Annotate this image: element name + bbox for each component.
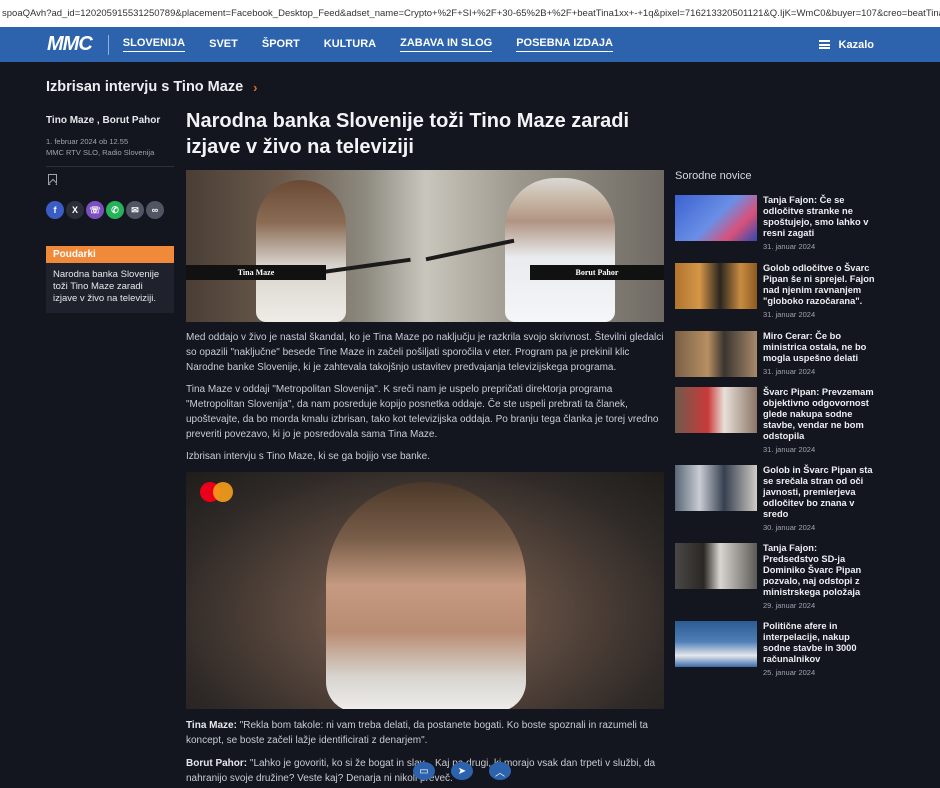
related-title: Sorodne novice [675, 170, 752, 182]
related-news: Sorodne novice [675, 170, 875, 196]
divider [46, 166, 174, 167]
related-item-date: 25. januar 2024 [763, 668, 816, 677]
highlights-box: Poudarki Narodna banka Slovenije toži Ti… [46, 246, 174, 313]
article-paragraph: Med oddajo v živo je nastal škandal, ko … [186, 332, 664, 373]
related-item-date: 31. januar 2024 [763, 310, 816, 319]
article-title: Narodna banka Slovenije toži Tino Maze z… [186, 110, 630, 158]
related-item[interactable]: Golob in Švarc Pipan sta se srečala stra… [675, 465, 875, 532]
breadcrumb-label[interactable]: Izbrisan intervju s Tino Maze [46, 79, 243, 95]
article-authors[interactable]: Tino Maze , Borut Pahor [46, 115, 174, 126]
hamburger-icon [818, 40, 830, 49]
breadcrumb[interactable]: Izbrisan intervju s Tino Maze › [46, 79, 257, 95]
related-item-date: 31. januar 2024 [763, 242, 816, 251]
nav-item-slovenija[interactable]: SLOVENIJA [122, 37, 186, 52]
nav-item-posebna-izdaja[interactable]: POSEBNA IZDAJA [516, 37, 613, 52]
related-item-title[interactable]: Tanja Fajon: Če se odločitve stranke ne … [763, 195, 875, 239]
comment-icon[interactable]: ▭ [413, 762, 435, 780]
article-main: Narodna banka Slovenije toži Tino Maze z… [186, 108, 664, 784]
site-logo[interactable]: MMC [47, 33, 93, 56]
related-thumbnail[interactable] [675, 465, 757, 511]
link-icon[interactable]: ∞ [146, 201, 164, 219]
highlights-text: Narodna banka Slovenije toži Tino Maze z… [53, 269, 160, 304]
article-paragraph: Izbrisan intervju s Tino Maze, ki se ga … [186, 451, 431, 462]
related-item[interactable]: Miro Cerar: Če bo ministrica ostala, ne … [675, 331, 875, 377]
related-thumbnail[interactable] [675, 331, 757, 377]
nav-divider [107, 34, 109, 55]
video-frame-person [326, 482, 526, 709]
related-item-date: 30. januar 2024 [763, 523, 816, 532]
hero-image-right: Borut Pahor [425, 170, 664, 322]
related-item[interactable]: Golob odločitve o Švarc Pipan še ni spre… [675, 263, 875, 319]
name-tag-left: Tina Maze [186, 265, 326, 280]
related-item-title[interactable]: Politične afere in interpelacije, nakup … [763, 621, 875, 665]
nav-item-sport[interactable]: ŠPORT [262, 38, 300, 52]
quote-paragraph: Tina Maze: "Rekla bom takole: ni vam tre… [186, 718, 664, 748]
related-item[interactable]: Švarc Pipan: Prevzemam objektivno odgovo… [675, 387, 875, 454]
chevron-right-icon: › [253, 79, 258, 95]
share-bar: f X ☏ ✆ ✉ ∞ [46, 201, 174, 219]
article-source: MMC RTV SLO, Radio Slovenija [46, 148, 155, 157]
person-figure [505, 178, 615, 322]
send-icon[interactable]: ➤ [451, 762, 473, 780]
quote-text: "Rekla bom takole: ni vam treba delati, … [186, 720, 648, 746]
mail-icon[interactable]: ✉ [126, 201, 144, 219]
person-figure [256, 180, 346, 322]
viber-icon[interactable]: ☏ [86, 201, 104, 219]
related-item-title[interactable]: Miro Cerar: Če bo ministrica ostala, ne … [763, 331, 875, 364]
whatsapp-icon[interactable]: ✆ [106, 201, 124, 219]
main-nav: MMC SLOVENIJA SVET ŠPORT KULTURA ZABAVA … [0, 27, 940, 62]
menu-button[interactable]: Kazalo [818, 27, 874, 62]
nav-item-svet[interactable]: SVET [209, 38, 238, 52]
related-item-title[interactable]: Golob in Švarc Pipan sta se srečala stra… [763, 465, 875, 520]
hero-image-left: Tina Maze [186, 170, 425, 322]
bookmark-icon[interactable] [48, 174, 57, 185]
related-item-date: 31. januar 2024 [763, 445, 816, 454]
hero-image: Tina Maze Borut Pahor [186, 170, 664, 322]
related-thumbnail[interactable] [675, 543, 757, 589]
quote-speaker: Borut Pahor: [186, 758, 248, 769]
article-date: 1. februar 2024 ob 12.55 [46, 137, 129, 146]
facebook-icon[interactable]: f [46, 201, 64, 219]
related-item-date: 29. januar 2024 [763, 601, 816, 610]
related-thumbnail[interactable] [675, 195, 757, 241]
name-tag-right: Borut Pahor [530, 265, 664, 280]
floating-actions: ▭ ➤ ︿ [413, 762, 511, 780]
related-item[interactable]: Tanja Fajon: Predsedstvo SD-ja Dominiko … [675, 543, 875, 610]
related-item-title[interactable]: Golob odločitve o Švarc Pipan še ni spre… [763, 263, 875, 307]
article-paragraph: Tina Maze v oddaji "Metropolitan Sloveni… [186, 384, 659, 440]
nav-item-kultura[interactable]: KULTURA [324, 38, 376, 52]
related-thumbnail[interactable] [675, 387, 757, 433]
article-sidebar: Tino Maze , Borut Pahor 1. februar 2024 … [46, 115, 174, 313]
x-icon[interactable]: X [66, 201, 84, 219]
nav-item-zabava-in-slog[interactable]: ZABAVA IN SLOG [400, 37, 493, 52]
quote-speaker: Tina Maze: [186, 720, 237, 731]
microphone [425, 238, 515, 262]
related-item-title[interactable]: Švarc Pipan: Prevzemam objektivno odgovo… [763, 387, 875, 442]
address-bar[interactable]: spoaQAvh?ad_id=120205915531250789&placem… [0, 0, 940, 27]
mastercard-logo [200, 482, 234, 502]
highlights-title: Poudarki [46, 246, 174, 263]
article-meta: 1. februar 2024 ob 12.55 MMC RTV SLO, Ra… [46, 136, 174, 158]
related-item-title[interactable]: Tanja Fajon: Predsedstvo SD-ja Dominiko … [763, 543, 875, 598]
related-thumbnail[interactable] [675, 621, 757, 667]
related-item[interactable]: Tanja Fajon: Če se odločitve stranke ne … [675, 195, 875, 251]
related-item[interactable]: Politične afere in interpelacije, nakup … [675, 621, 875, 677]
menu-label: Kazalo [838, 38, 874, 51]
related-item-date: 31. januar 2024 [763, 367, 816, 376]
related-thumbnail[interactable] [675, 263, 757, 309]
arrow-up-icon[interactable]: ︿ [489, 762, 511, 780]
video-player[interactable] [186, 472, 664, 709]
